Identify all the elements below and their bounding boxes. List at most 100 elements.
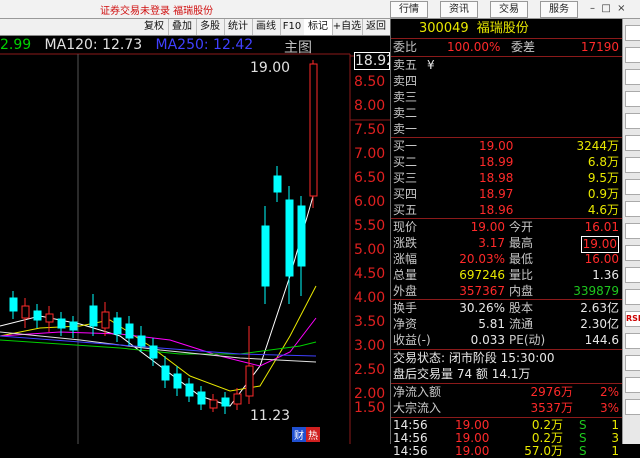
report-icon[interactable] [625, 179, 640, 195]
axis-label-6.00: 6.00 [354, 194, 386, 210]
stat-label: 流通 [509, 317, 534, 331]
level-label: 卖三 [393, 90, 418, 104]
buy-level-row[interactable]: 买二 18.99 6.8万 [393, 155, 621, 170]
chart-icon[interactable] [625, 25, 640, 41]
boll-icon[interactable] [625, 333, 640, 349]
tick-row: 14:56 19.00 57.0万 S 1 [393, 445, 621, 458]
sell-level-row[interactable]: 卖二 [393, 106, 621, 121]
multi-stock-button[interactable]: 多股 [196, 19, 225, 35]
sell-level-row[interactable]: 卖五 ¥ [393, 58, 621, 73]
ma-line [0, 339, 317, 355]
stat-label: 股本 [509, 301, 534, 315]
candle-body [113, 317, 122, 335]
candle-body [21, 305, 30, 319]
stock-code: 300049 [419, 21, 469, 36]
tab-zixun[interactable]: 资讯 [440, 1, 478, 18]
candle-body [89, 305, 98, 327]
candle-body [125, 323, 134, 339]
fuquan-button[interactable]: 复权 [140, 19, 169, 35]
low-annotation: 11.23 [250, 408, 291, 424]
macd-icon[interactable] [625, 267, 640, 283]
stat-row: 收益(-) 0.033 PE(动) 144.6 [393, 333, 621, 348]
axis-label-7.50: 7.50 [354, 122, 386, 138]
ma-line [0, 317, 317, 367]
back-button[interactable]: 返回 [362, 19, 391, 35]
tab-fuwu[interactable]: 服务 [540, 1, 578, 18]
hot-tag[interactable]: 热 [306, 427, 320, 442]
sell-level-row[interactable]: 卖四 [393, 74, 621, 89]
stat-label: PE(动) [509, 333, 546, 347]
overlay-button[interactable]: 叠加 [168, 19, 197, 35]
sell-level-row[interactable]: 卖一 [393, 122, 621, 137]
buy-level-row[interactable]: 买五 18.96 4.6万 [393, 203, 621, 218]
window-controls[interactable]: – □ × [590, 1, 626, 16]
table-icon[interactable] [625, 69, 640, 85]
stat-label: 内盘 [509, 284, 534, 298]
tick-time: 14:56 [393, 418, 428, 432]
stat-value: 357367 [459, 284, 505, 298]
mark-button[interactable]: 标记 [304, 19, 333, 35]
more-icon[interactable] [625, 399, 640, 415]
title-bar: 证券交易未登录 福瑞股份 行情 资讯 交易 服务 – □ × [0, 0, 640, 19]
candle-icon[interactable] [625, 157, 640, 173]
draw-line-button[interactable]: 画线 [252, 19, 281, 35]
buy-level-row[interactable]: 买一 19.00 3244万 [393, 139, 621, 154]
level-volume: 9.5万 [587, 171, 619, 185]
tab-hangqing[interactable]: 行情 [390, 1, 428, 18]
maximize-icon[interactable]: □ [601, 3, 610, 14]
bar-icon[interactable] [625, 113, 640, 129]
level-price: 18.98 [479, 171, 514, 185]
tick-time: 14:56 [393, 431, 428, 445]
close-icon[interactable]: × [617, 3, 625, 14]
line-icon[interactable] [625, 135, 640, 151]
volume-icon[interactable] [625, 245, 640, 261]
sell-level-row[interactable]: 卖三 [393, 90, 621, 105]
ma-line [0, 331, 317, 363]
rsi-icon[interactable]: RSI [625, 311, 640, 327]
minimize-icon[interactable]: – [590, 3, 595, 14]
candle-body [185, 383, 194, 397]
window-title: 证券交易未登录 福瑞股份 [100, 6, 214, 17]
flow-label: 净流入额 [393, 385, 442, 399]
stat-row: 涨跌 3.17 最高 19.00 [393, 236, 621, 253]
candle-body [137, 335, 146, 347]
indicator-icon[interactable] [625, 223, 640, 239]
axis-label-4.00: 4.00 [354, 290, 386, 306]
weicha-label: 委差 [511, 40, 536, 54]
candle-body [273, 175, 282, 193]
level-label: 买四 [393, 187, 418, 201]
stat-value: 30.26% [459, 301, 505, 315]
trend-icon[interactable] [625, 47, 640, 63]
buy-level-row[interactable]: 买四 18.97 0.9万 [393, 187, 621, 202]
axis-label-1.50: 1.50 [354, 400, 386, 416]
stat-label: 净资 [393, 317, 418, 331]
statistics-button[interactable]: 统计 [224, 19, 253, 35]
axis-label-3.00: 3.00 [354, 338, 386, 354]
stat-label: 现价 [393, 220, 418, 234]
side-icon-strip: RSI [622, 19, 640, 444]
stat-label: 换手 [393, 301, 418, 315]
f10-button[interactable]: F10 [280, 19, 305, 35]
stat-row: 净资 5.81 流通 2.30亿 [393, 317, 621, 332]
tab-jiaoyi[interactable]: 交易 [490, 1, 528, 18]
stat-row: 涨幅 20.03% 最低 16.00 [393, 252, 621, 267]
fin-tag[interactable]: 财 [292, 427, 306, 442]
flow-row: 净流入额 2976万 2% [393, 385, 621, 400]
stat-value: 2.63亿 [580, 301, 619, 315]
stat-value: 19.00 [580, 236, 619, 253]
obv-icon[interactable] [625, 355, 640, 371]
stat-value: 1.36 [592, 268, 619, 282]
axis-label-7.00: 7.00 [354, 146, 386, 162]
buy-level-row[interactable]: 买三 18.98 9.5万 [393, 171, 621, 186]
compare-icon[interactable] [625, 201, 640, 217]
level-price: ¥ [427, 58, 435, 72]
settings-icon[interactable] [625, 377, 640, 393]
grid-icon[interactable] [625, 91, 640, 107]
chart-toolbar: 复权 叠加 多股 统计 画线 F10 标记 +自选 返回 [0, 19, 391, 36]
kdj-icon[interactable] [625, 289, 640, 305]
divider [391, 383, 623, 384]
add-watchlist-button[interactable]: +自选 [332, 19, 363, 35]
level-label: 买五 [393, 203, 418, 217]
kline-chart[interactable]: 2.99 MA120: 12.73 MA250: 12.42 主图 18.92 … [0, 36, 395, 444]
level-label: 买一 [393, 139, 418, 153]
